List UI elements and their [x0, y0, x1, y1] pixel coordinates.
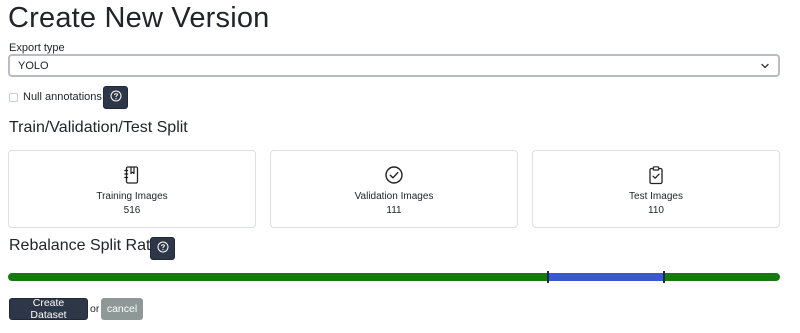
validation-images-card: Validation Images 111: [270, 150, 518, 228]
rebalance-section-title: Rebalance Split Ratio: [9, 237, 163, 254]
page-title: Create New Version: [8, 2, 270, 34]
test-images-card: Test Images 110: [532, 150, 780, 228]
slider-handle-validation-test[interactable]: [663, 271, 666, 283]
split-section-title: Train/Validation/Test Split: [9, 119, 188, 136]
training-images-card: Training Images 516: [8, 150, 256, 228]
validation-segment: [548, 273, 665, 281]
export-type-value: YOLO: [18, 59, 49, 72]
clipboard-check-icon: [645, 164, 667, 186]
card-count: 111: [386, 205, 402, 216]
notebook-icon: [121, 164, 143, 186]
check-circle-icon: [383, 164, 405, 186]
create-dataset-button[interactable]: Create Dataset: [9, 297, 88, 321]
card-label: Test Images: [629, 191, 683, 202]
question-circle-icon: [157, 240, 169, 258]
slider-handle-train-validation[interactable]: [547, 271, 550, 283]
null-annotations-row: Null annotations: [9, 86, 102, 108]
chevron-down-icon: [760, 61, 770, 71]
or-text: or: [90, 303, 100, 315]
null-annotations-label: Null annotations: [23, 91, 102, 103]
null-annotations-checkbox[interactable]: [9, 92, 18, 102]
question-circle-icon: [110, 89, 122, 107]
card-label: Validation Images: [354, 191, 434, 202]
card-count: 516: [123, 205, 141, 216]
export-type-select[interactable]: YOLO: [8, 54, 780, 77]
null-annotations-help-button[interactable]: [103, 86, 128, 109]
split-ratio-slider[interactable]: [8, 271, 780, 283]
rebalance-help-button[interactable]: [150, 237, 175, 260]
card-count: 110: [648, 205, 664, 216]
card-label: Training Images: [96, 191, 168, 202]
export-type-label: Export type: [9, 42, 65, 54]
cancel-button[interactable]: cancel: [101, 298, 143, 320]
